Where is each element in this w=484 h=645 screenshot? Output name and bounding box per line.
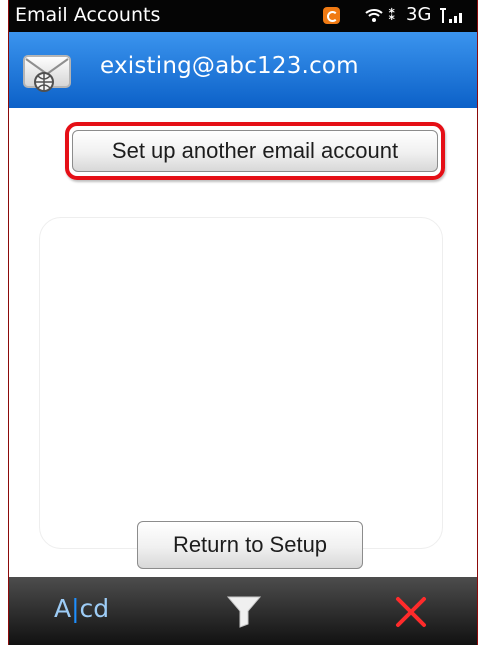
cursor-icon: | [71, 594, 80, 623]
account-header: existing@abc123.com [9, 32, 477, 108]
signal-icon [440, 8, 462, 23]
notification-icon[interactable] [323, 7, 340, 24]
format-suffix: cd [79, 594, 110, 623]
format-prefix: A [54, 594, 72, 623]
filter-icon[interactable] [226, 595, 262, 629]
status-bar: Email Accounts ⁑ 3G [9, 0, 477, 32]
content-panel [39, 217, 443, 549]
wifi-icon [365, 9, 383, 22]
text-format-icon[interactable]: A|cd [54, 593, 109, 625]
envelope-icon [23, 55, 71, 92]
status-title: Email Accounts [15, 4, 161, 26]
account-email[interactable]: existing@abc123.com [100, 51, 359, 81]
bbm-icon: ⁑ [388, 6, 396, 24]
email-accounts-screen: Email Accounts ⁑ 3G existing@abc123.com … [8, 0, 478, 645]
close-icon[interactable] [394, 595, 428, 629]
set-up-email-account-button[interactable]: Set up another email account [72, 130, 438, 172]
bottom-toolbar: A|cd [9, 577, 477, 645]
network-label: 3G [406, 4, 432, 25]
return-to-setup-button[interactable]: Return to Setup [137, 521, 363, 569]
